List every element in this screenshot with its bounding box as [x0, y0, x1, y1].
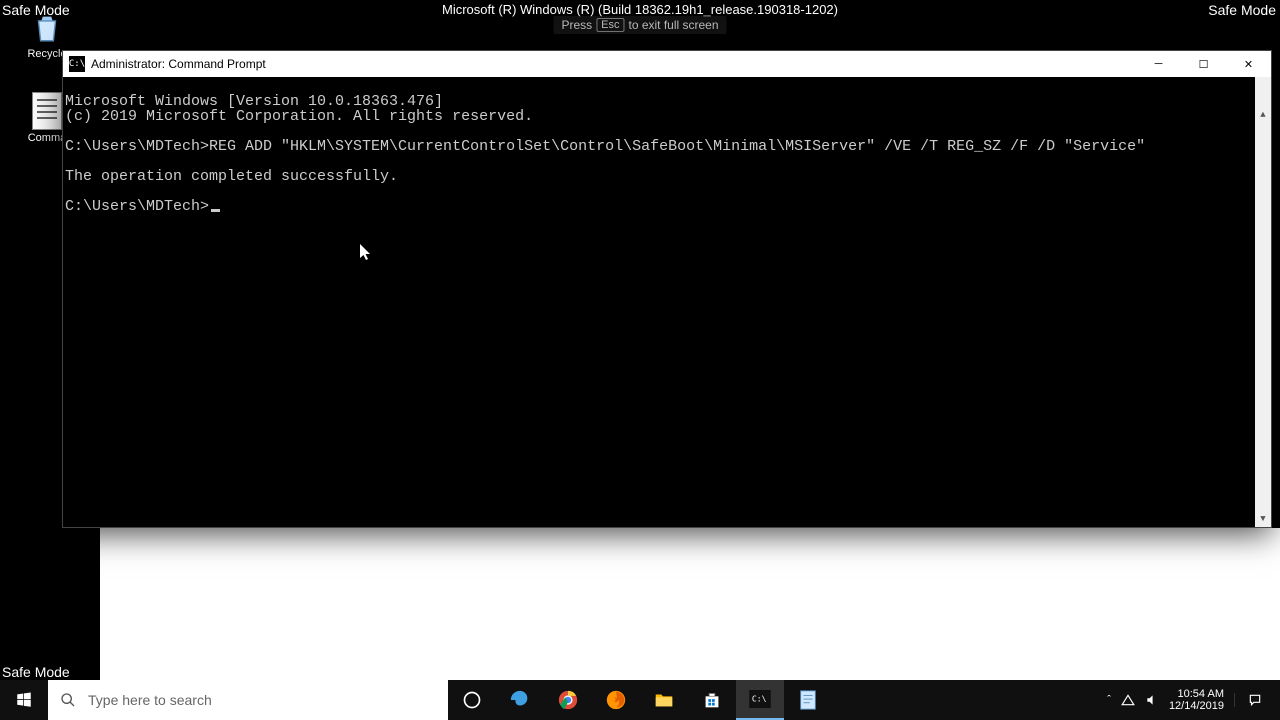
hint-rest: to exit full screen	[628, 18, 718, 32]
taskbar[interactable]: Type here to search C:\	[0, 680, 1280, 720]
action-center-button[interactable]	[1234, 693, 1274, 707]
clock-time: 10:54 AM	[1169, 688, 1224, 700]
vertical-scrollbar[interactable]: ▲ ▼	[1255, 77, 1271, 527]
build-info-label: Microsoft (R) Windows (R) (Build 18362.1…	[442, 2, 838, 17]
hint-key: Esc	[596, 18, 624, 32]
maximize-button[interactable]: ☐	[1181, 51, 1226, 77]
taskbar-apps: C:\	[448, 680, 832, 720]
system-tray[interactable]: ˆ 10:54 AM 12/14/2019	[1101, 680, 1280, 720]
edge-icon	[509, 689, 531, 711]
terminal-icon: C:\	[749, 690, 771, 708]
search-placeholder: Type here to search	[88, 692, 212, 708]
terminal-line: C:\Users\MDTech>REG ADD "HKLM\SYSTEM\Cur…	[65, 138, 1145, 155]
clock-date: 12/14/2019	[1169, 700, 1224, 712]
terminal-line: The operation completed successfully.	[65, 168, 398, 185]
cortana-button[interactable]	[448, 680, 496, 720]
firefox-button[interactable]	[592, 680, 640, 720]
search-box[interactable]: Type here to search	[48, 680, 448, 720]
chrome-icon	[557, 689, 579, 711]
hint-press: Press	[561, 18, 592, 32]
circle-icon	[462, 690, 482, 710]
svg-text:C:\: C:\	[752, 694, 767, 704]
safe-mode-label-bl: Safe Mode	[2, 664, 70, 680]
terminal-line: (c) 2019 Microsoft Corporation. All righ…	[65, 108, 533, 125]
titlebar[interactable]: C:\ Administrator: Command Prompt ─ ☐ ✕	[63, 51, 1271, 77]
trash-icon	[29, 10, 65, 46]
file-explorer-button[interactable]	[640, 680, 688, 720]
edge-button[interactable]	[496, 680, 544, 720]
fullscreen-hint: Press Esc to exit full screen	[553, 16, 726, 34]
chrome-button[interactable]	[544, 680, 592, 720]
terminal-prompt: C:\Users\MDTech>	[65, 198, 209, 215]
network-icon[interactable]	[1121, 693, 1135, 707]
cursor	[211, 209, 220, 212]
windows-icon	[15, 691, 33, 709]
store-icon	[701, 689, 723, 711]
cmd-taskbar-button[interactable]: C:\	[736, 680, 784, 720]
scroll-track[interactable]	[1255, 93, 1271, 511]
desktop[interactable]: Safe Mode Safe Mode Safe Mode Microsoft …	[0, 0, 1280, 720]
notification-icon	[1248, 693, 1262, 707]
notepad-icon	[798, 689, 818, 711]
minimize-button[interactable]: ─	[1136, 51, 1181, 77]
notepad-taskbar-button[interactable]	[784, 680, 832, 720]
document-icon	[32, 92, 62, 130]
store-button[interactable]	[688, 680, 736, 720]
firefox-icon	[605, 689, 627, 711]
cmd-icon: C:\	[69, 56, 85, 72]
search-icon	[48, 692, 88, 708]
terminal-output[interactable]: Microsoft Windows [Version 10.0.18363.47…	[63, 77, 1271, 527]
background-window[interactable]	[100, 528, 1280, 680]
clock[interactable]: 10:54 AM 12/14/2019	[1169, 688, 1224, 712]
safe-mode-label-tr: Safe Mode	[1208, 2, 1276, 18]
tray-overflow-button[interactable]: ˆ	[1107, 694, 1111, 706]
folder-icon	[653, 689, 675, 711]
command-prompt-window[interactable]: C:\ Administrator: Command Prompt ─ ☐ ✕ …	[62, 50, 1272, 528]
window-title: Administrator: Command Prompt	[91, 57, 266, 71]
volume-icon[interactable]	[1145, 693, 1159, 707]
scroll-down-button[interactable]: ▼	[1255, 511, 1271, 527]
start-button[interactable]	[0, 680, 48, 720]
close-button[interactable]: ✕	[1226, 51, 1271, 77]
